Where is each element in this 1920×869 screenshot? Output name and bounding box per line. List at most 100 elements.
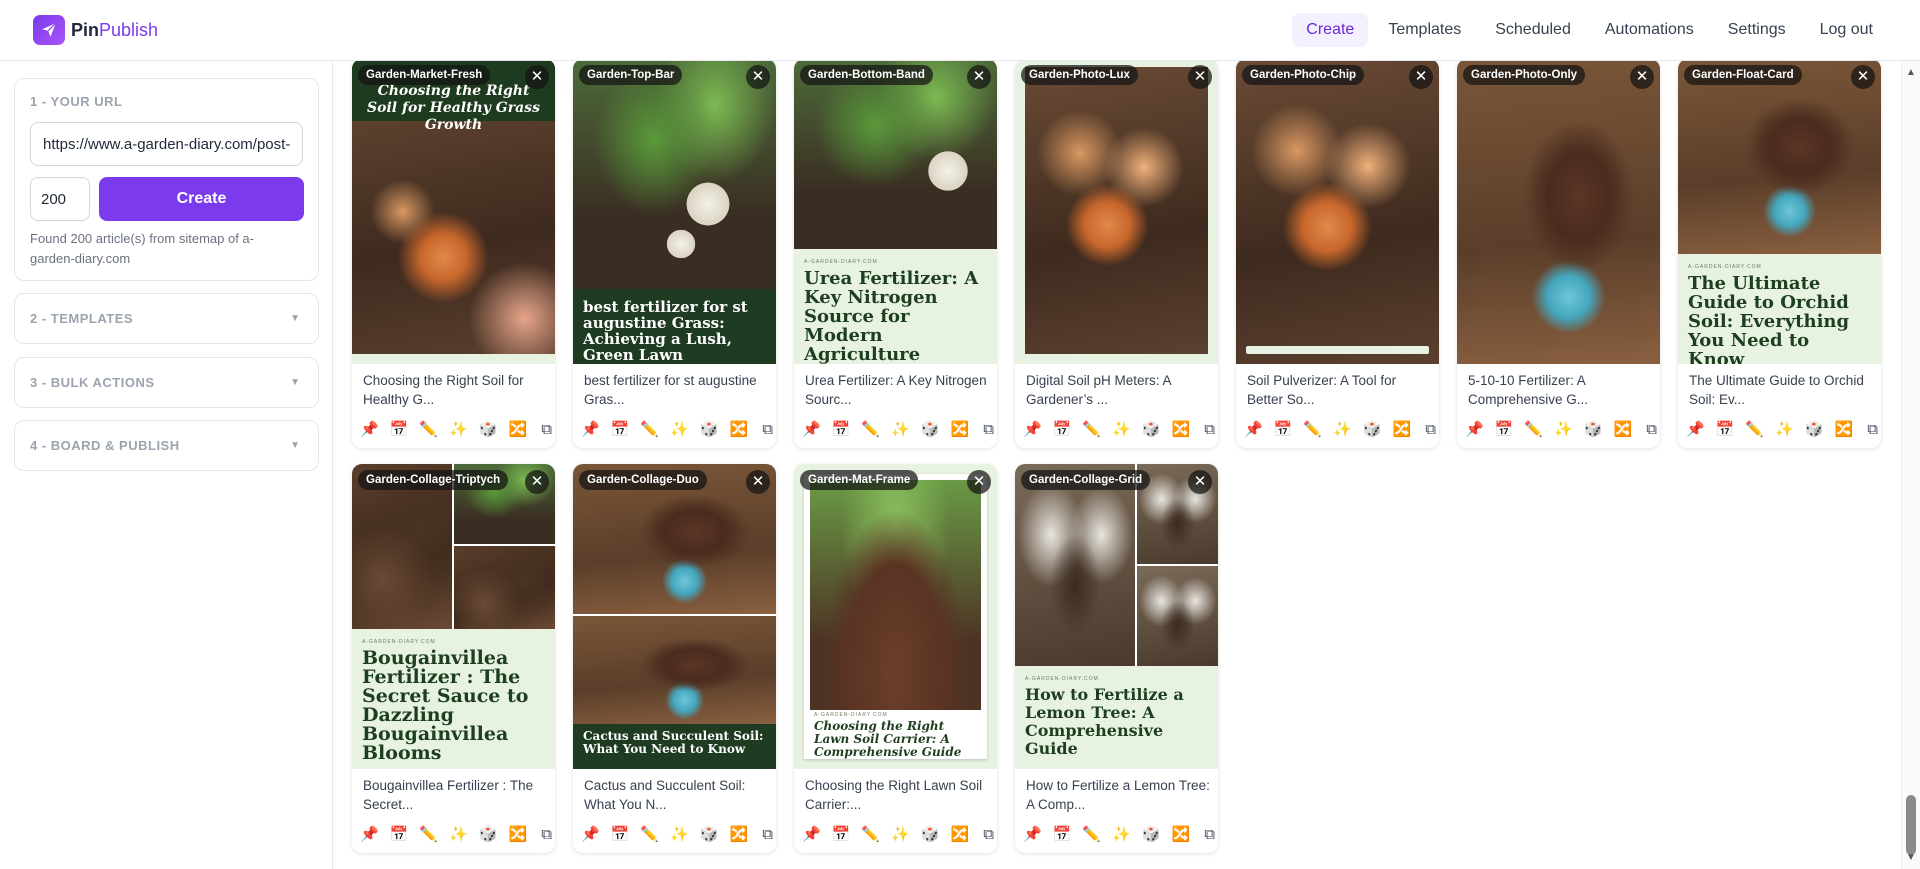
shuffle-icon[interactable]: 🔀	[1613, 420, 1632, 440]
pin-card[interactable]: Garden-Photo-Only ✕ 5-10-10 Fertilizer: …	[1457, 61, 1660, 448]
dice-icon[interactable]: 🎲	[921, 420, 940, 440]
pencil-icon[interactable]: ✏️	[1303, 420, 1322, 440]
dice-icon[interactable]: 🎲	[1805, 420, 1824, 440]
copy-icon[interactable]: ⧉	[1201, 420, 1218, 440]
pin-image[interactable]: Garden-Photo-Chip ✕	[1236, 61, 1439, 364]
sparkle-icon[interactable]: ✨	[1112, 825, 1131, 845]
close-icon[interactable]: ✕	[1630, 65, 1654, 89]
sparkle-icon[interactable]: ✨	[1554, 420, 1573, 440]
pencil-icon[interactable]: ✏️	[419, 420, 438, 440]
calendar-icon[interactable]: 📅	[1274, 420, 1293, 440]
dice-icon[interactable]: 🎲	[921, 825, 940, 845]
pin-image[interactable]: A-GARDEN-DIARY.COM The Ultimate Guide to…	[1678, 61, 1881, 364]
nav-templates[interactable]: Templates	[1374, 13, 1475, 47]
bulk-actions-panel[interactable]: 3 - BULK ACTIONS ▼	[14, 357, 319, 408]
create-button[interactable]: Create	[99, 177, 304, 221]
pin-icon[interactable]: 📌	[1244, 420, 1263, 440]
dice-icon[interactable]: 🎲	[1584, 420, 1603, 440]
calendar-icon[interactable]: 📅	[390, 825, 409, 845]
dice-icon[interactable]: 🎲	[1363, 420, 1382, 440]
nav-log-out[interactable]: Log out	[1806, 13, 1887, 47]
pencil-icon[interactable]: ✏️	[861, 420, 880, 440]
pin-icon[interactable]: 📌	[360, 420, 379, 440]
copy-icon[interactable]: ⧉	[538, 420, 555, 440]
pin-icon[interactable]: 📌	[1465, 420, 1484, 440]
close-icon[interactable]: ✕	[746, 470, 770, 494]
close-icon[interactable]: ✕	[525, 65, 549, 89]
templates-panel[interactable]: 2 - TEMPLATES ▼	[14, 293, 319, 344]
dice-icon[interactable]: 🎲	[700, 825, 719, 845]
copy-icon[interactable]: ⧉	[759, 825, 776, 845]
vertical-scrollbar[interactable]: ▲ ▼	[1901, 61, 1920, 869]
sparkle-icon[interactable]: ✨	[449, 420, 468, 440]
close-icon[interactable]: ✕	[525, 470, 549, 494]
pin-image[interactable]: A-GARDEN-DIARY.COM How to Fertilize a Le…	[1015, 464, 1218, 769]
pin-image[interactable]: A-GARDEN-DIARY.COM Bougainvillea Fertili…	[352, 464, 555, 769]
shuffle-icon[interactable]: 🔀	[729, 420, 748, 440]
pin-image[interactable]: A-GARDEN-DIARY.COM Choosing the Right La…	[794, 464, 997, 769]
url-input[interactable]	[30, 122, 303, 166]
sparkle-icon[interactable]: ✨	[670, 825, 689, 845]
shuffle-icon[interactable]: 🔀	[1392, 420, 1411, 440]
calendar-icon[interactable]: 📅	[1053, 420, 1072, 440]
calendar-icon[interactable]: 📅	[832, 420, 851, 440]
close-icon[interactable]: ✕	[1188, 65, 1212, 89]
nav-scheduled[interactable]: Scheduled	[1481, 13, 1585, 47]
pin-icon[interactable]: 📌	[802, 825, 821, 845]
copy-icon[interactable]: ⧉	[980, 825, 997, 845]
dice-icon[interactable]: 🎲	[479, 420, 498, 440]
copy-icon[interactable]: ⧉	[1422, 420, 1439, 440]
dice-icon[interactable]: 🎲	[1142, 825, 1161, 845]
calendar-icon[interactable]: 📅	[1716, 420, 1735, 440]
close-icon[interactable]: ✕	[967, 470, 991, 494]
nav-automations[interactable]: Automations	[1591, 13, 1708, 47]
pencil-icon[interactable]: ✏️	[419, 825, 438, 845]
pin-image[interactable]: Garden-Photo-Only ✕	[1457, 61, 1660, 364]
article-count-input[interactable]	[30, 177, 90, 221]
scroll-down-arrow-icon[interactable]: ▼	[1906, 852, 1916, 863]
pin-card[interactable]: best fertilizer for st augustine Grass: …	[573, 61, 776, 448]
pin-card[interactable]: Garden-Photo-Lux ✕ Digital Soil pH Meter…	[1015, 61, 1218, 448]
shuffle-icon[interactable]: 🔀	[508, 420, 527, 440]
pencil-icon[interactable]: ✏️	[1082, 825, 1101, 845]
close-icon[interactable]: ✕	[1851, 65, 1875, 89]
shuffle-icon[interactable]: 🔀	[1171, 825, 1190, 845]
close-icon[interactable]: ✕	[1409, 65, 1433, 89]
scrollbar-thumb[interactable]	[1906, 795, 1916, 855]
pin-icon[interactable]: 📌	[581, 420, 600, 440]
nav-settings[interactable]: Settings	[1714, 13, 1800, 47]
copy-icon[interactable]: ⧉	[980, 420, 997, 440]
pin-card[interactable]: A-GARDEN-DIARY.COM Bougainvillea Fertili…	[352, 464, 555, 853]
pin-card[interactable]: Cactus and Succulent Soil: What You Need…	[573, 464, 776, 853]
pin-card[interactable]: A-GARDEN-DIARY.COM How to Fertilize a Le…	[1015, 464, 1218, 853]
nav-create[interactable]: Create	[1292, 13, 1369, 47]
pin-icon[interactable]: 📌	[1023, 825, 1042, 845]
copy-icon[interactable]: ⧉	[538, 825, 555, 845]
close-icon[interactable]: ✕	[967, 65, 991, 89]
sparkle-icon[interactable]: ✨	[1333, 420, 1352, 440]
shuffle-icon[interactable]: 🔀	[729, 825, 748, 845]
sparkle-icon[interactable]: ✨	[891, 825, 910, 845]
calendar-icon[interactable]: 📅	[611, 825, 630, 845]
pencil-icon[interactable]: ✏️	[1524, 420, 1543, 440]
pin-card[interactable]: A-GARDEN-DIARY.COM Urea Fertilizer: A Ke…	[794, 61, 997, 448]
pin-image[interactable]: Cactus and Succulent Soil: What You Need…	[573, 464, 776, 769]
pin-icon[interactable]: 📌	[360, 825, 379, 845]
calendar-icon[interactable]: 📅	[832, 825, 851, 845]
sparkle-icon[interactable]: ✨	[891, 420, 910, 440]
sparkle-icon[interactable]: ✨	[1112, 420, 1131, 440]
brand[interactable]: PinPublish	[33, 15, 158, 45]
pin-image[interactable]: A-GARDEN-DIARY.COM Urea Fertilizer: A Ke…	[794, 61, 997, 364]
shuffle-icon[interactable]: 🔀	[508, 825, 527, 845]
calendar-icon[interactable]: 📅	[611, 420, 630, 440]
pin-icon[interactable]: 📌	[581, 825, 600, 845]
pencil-icon[interactable]: ✏️	[1082, 420, 1101, 440]
calendar-icon[interactable]: 📅	[1495, 420, 1514, 440]
pin-image[interactable]: Garden-Photo-Lux ✕	[1015, 61, 1218, 364]
pin-icon[interactable]: 📌	[802, 420, 821, 440]
pencil-icon[interactable]: ✏️	[1745, 420, 1764, 440]
copy-icon[interactable]: ⧉	[1201, 825, 1218, 845]
board-publish-panel[interactable]: 4 - BOARD & PUBLISH ▼	[14, 420, 319, 471]
shuffle-icon[interactable]: 🔀	[1834, 420, 1853, 440]
dice-icon[interactable]: 🎲	[1142, 420, 1161, 440]
